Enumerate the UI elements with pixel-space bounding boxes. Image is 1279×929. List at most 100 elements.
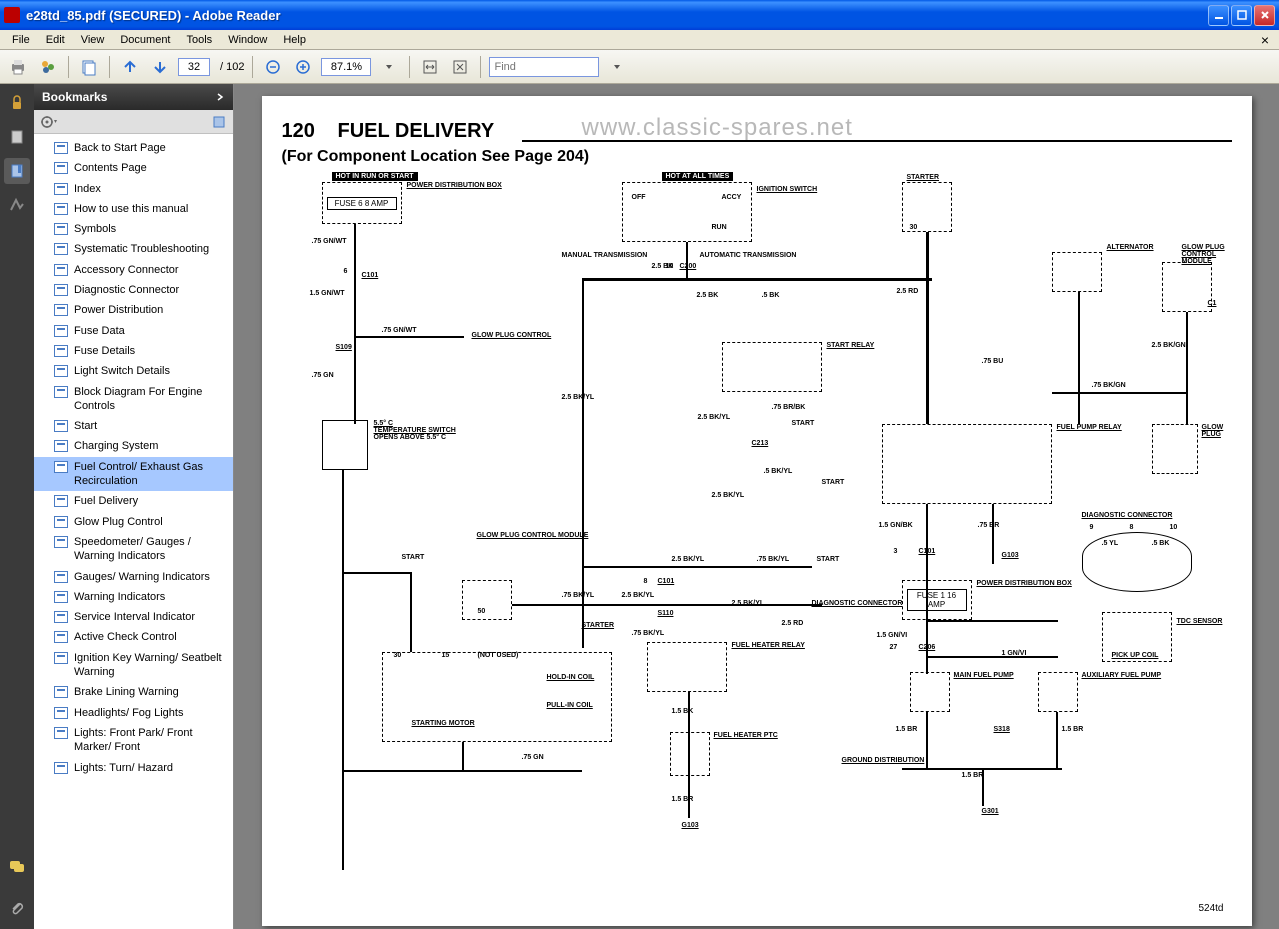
minimize-button[interactable] — [1208, 5, 1229, 26]
menu-window[interactable]: Window — [220, 32, 275, 48]
zoom-dropdown[interactable] — [377, 55, 401, 79]
bookmark-label: Service Interval Indicator — [74, 610, 227, 624]
menu-help[interactable]: Help — [275, 32, 314, 48]
wire-label: 2.5 RD — [897, 288, 919, 295]
close-button[interactable] — [1254, 5, 1275, 26]
zoom-input[interactable] — [321, 58, 371, 76]
bookmark-item[interactable]: Lights: Turn/ Hazard — [34, 758, 233, 778]
wire-label: .75 GN/WT — [382, 327, 417, 334]
connector-label: G301 — [982, 808, 999, 815]
print-button[interactable] — [6, 55, 30, 79]
bookmark-item[interactable]: Headlights/ Fog Lights — [34, 703, 233, 723]
component-label: POWER DISTRIBUTION BOX — [977, 580, 1072, 587]
bookmark-item[interactable]: Lights: Front Park/ Front Marker/ Front — [34, 723, 233, 758]
bookmark-item[interactable]: Gauges/ Warning Indicators — [34, 567, 233, 587]
email-button[interactable] — [36, 55, 60, 79]
find-dropdown[interactable] — [605, 55, 629, 79]
bookmark-item[interactable]: Glow Plug Control — [34, 512, 233, 532]
bookmark-label: Lights: Front Park/ Front Marker/ Front — [74, 726, 227, 755]
wire-label: 1.5 BR — [896, 726, 918, 733]
bookmarks-new-button[interactable] — [211, 114, 227, 130]
bookmarks-list[interactable]: Back to Start PageContents PageIndexHow … — [34, 134, 233, 929]
nav-attachments-icon[interactable] — [4, 895, 30, 921]
menu-file[interactable]: File — [4, 32, 38, 48]
bookmark-page-icon — [54, 420, 68, 432]
bookmarks-header: Bookmarks — [34, 84, 233, 110]
bookmark-item[interactable]: Light Switch Details — [34, 361, 233, 381]
wire-label: .5 BK/YL — [764, 468, 793, 475]
bookmark-label: Start — [74, 419, 227, 433]
bookmark-item[interactable]: Fuel Control/ Exhaust Gas Recirculation — [34, 457, 233, 492]
bookmark-item[interactable]: Block Diagram For Engine Controls — [34, 382, 233, 417]
bookmark-item[interactable]: Brake Lining Warning — [34, 682, 233, 702]
bookmark-item[interactable]: Service Interval Indicator — [34, 607, 233, 627]
wire-label: 2.5 BK/YL — [698, 414, 731, 421]
fit-width-button[interactable] — [418, 55, 442, 79]
bookmark-item[interactable]: Back to Start Page — [34, 138, 233, 158]
bookmark-item[interactable]: Speedometer/ Gauges / Warning Indicators — [34, 532, 233, 567]
component-label: (NOT USED) — [478, 652, 519, 659]
next-page-button[interactable] — [148, 55, 172, 79]
bookmark-label: Fuse Data — [74, 324, 227, 338]
nav-signatures-icon[interactable] — [4, 192, 30, 218]
bookmark-item[interactable]: Charging System — [34, 436, 233, 456]
wire-label: 2.5 BK/GN — [1152, 342, 1186, 349]
nav-security-icon[interactable] — [4, 90, 30, 116]
pages-button[interactable] — [77, 55, 101, 79]
bookmark-page-icon — [54, 284, 68, 296]
bookmark-item[interactable]: Fuse Data — [34, 321, 233, 341]
bookmark-item[interactable]: Accessory Connector — [34, 260, 233, 280]
bookmarks-options-button[interactable] — [40, 115, 58, 129]
nav-pages-icon[interactable] — [4, 124, 30, 150]
bookmark-page-icon — [54, 536, 68, 548]
nav-bookmarks-icon[interactable] — [4, 158, 30, 184]
bookmark-item[interactable]: Systematic Troubleshooting — [34, 239, 233, 259]
menu-tools[interactable]: Tools — [179, 32, 221, 48]
menu-edit[interactable]: Edit — [38, 32, 73, 48]
connector-label: S109 — [336, 344, 352, 351]
component-label: ALTERNATOR — [1107, 244, 1154, 251]
wire-label: 1.5 BR — [962, 772, 984, 779]
page-subtitle: (For Component Location See Page 204) — [282, 148, 590, 166]
bookmark-page-icon — [54, 631, 68, 643]
fit-page-button[interactable] — [448, 55, 472, 79]
connector-label: C200 — [680, 263, 697, 270]
zoom-in-button[interactable] — [291, 55, 315, 79]
bookmark-item[interactable]: Ignition Key Warning/ Seatbelt Warning — [34, 648, 233, 683]
nav-comments-icon[interactable] — [4, 853, 30, 879]
bookmark-item[interactable]: Symbols — [34, 219, 233, 239]
bookmark-page-icon — [54, 203, 68, 215]
wire-label: .5 BK — [762, 292, 780, 299]
wire-label: 1.5 GN/WT — [310, 290, 345, 297]
bookmark-item[interactable]: Contents Page — [34, 158, 233, 178]
component-box: FUSE 1 16 AMP — [902, 580, 972, 620]
document-area[interactable]: www.classic-spares.net 120 FUEL DELIVERY… — [234, 84, 1279, 929]
bookmark-label: Speedometer/ Gauges / Warning Indicators — [74, 535, 227, 564]
zoom-out-button[interactable] — [261, 55, 285, 79]
connector-label: C101 — [362, 272, 379, 279]
bookmark-item[interactable]: Active Check Control — [34, 627, 233, 647]
bookmark-item[interactable]: Power Distribution — [34, 300, 233, 320]
menu-document[interactable]: Document — [112, 32, 178, 48]
maximize-button[interactable] — [1231, 5, 1252, 26]
bookmark-item[interactable]: Diagnostic Connector — [34, 280, 233, 300]
bookmark-label: Brake Lining Warning — [74, 685, 227, 699]
signal-label: START — [822, 479, 845, 486]
connector-label: G103 — [682, 822, 699, 829]
component-label: STARTING MOTOR — [412, 720, 475, 727]
bookmark-item[interactable]: Fuse Details — [34, 341, 233, 361]
wire-label: 1.5 BR — [1062, 726, 1084, 733]
bookmark-item[interactable]: Warning Indicators — [34, 587, 233, 607]
bookmark-item[interactable]: Fuel Delivery — [34, 491, 233, 511]
find-input[interactable] — [489, 57, 599, 77]
bookmark-item[interactable]: Index — [34, 179, 233, 199]
pin-label: 10 — [666, 263, 674, 270]
bookmark-item[interactable]: How to use this manual — [34, 199, 233, 219]
prev-page-button[interactable] — [118, 55, 142, 79]
document-close-button[interactable]: × — [1255, 32, 1275, 48]
component-label: STARTER — [907, 174, 940, 181]
collapse-panel-button[interactable] — [215, 92, 225, 102]
page-number-input[interactable] — [178, 58, 210, 76]
menu-view[interactable]: View — [73, 32, 113, 48]
bookmark-item[interactable]: Start — [34, 416, 233, 436]
